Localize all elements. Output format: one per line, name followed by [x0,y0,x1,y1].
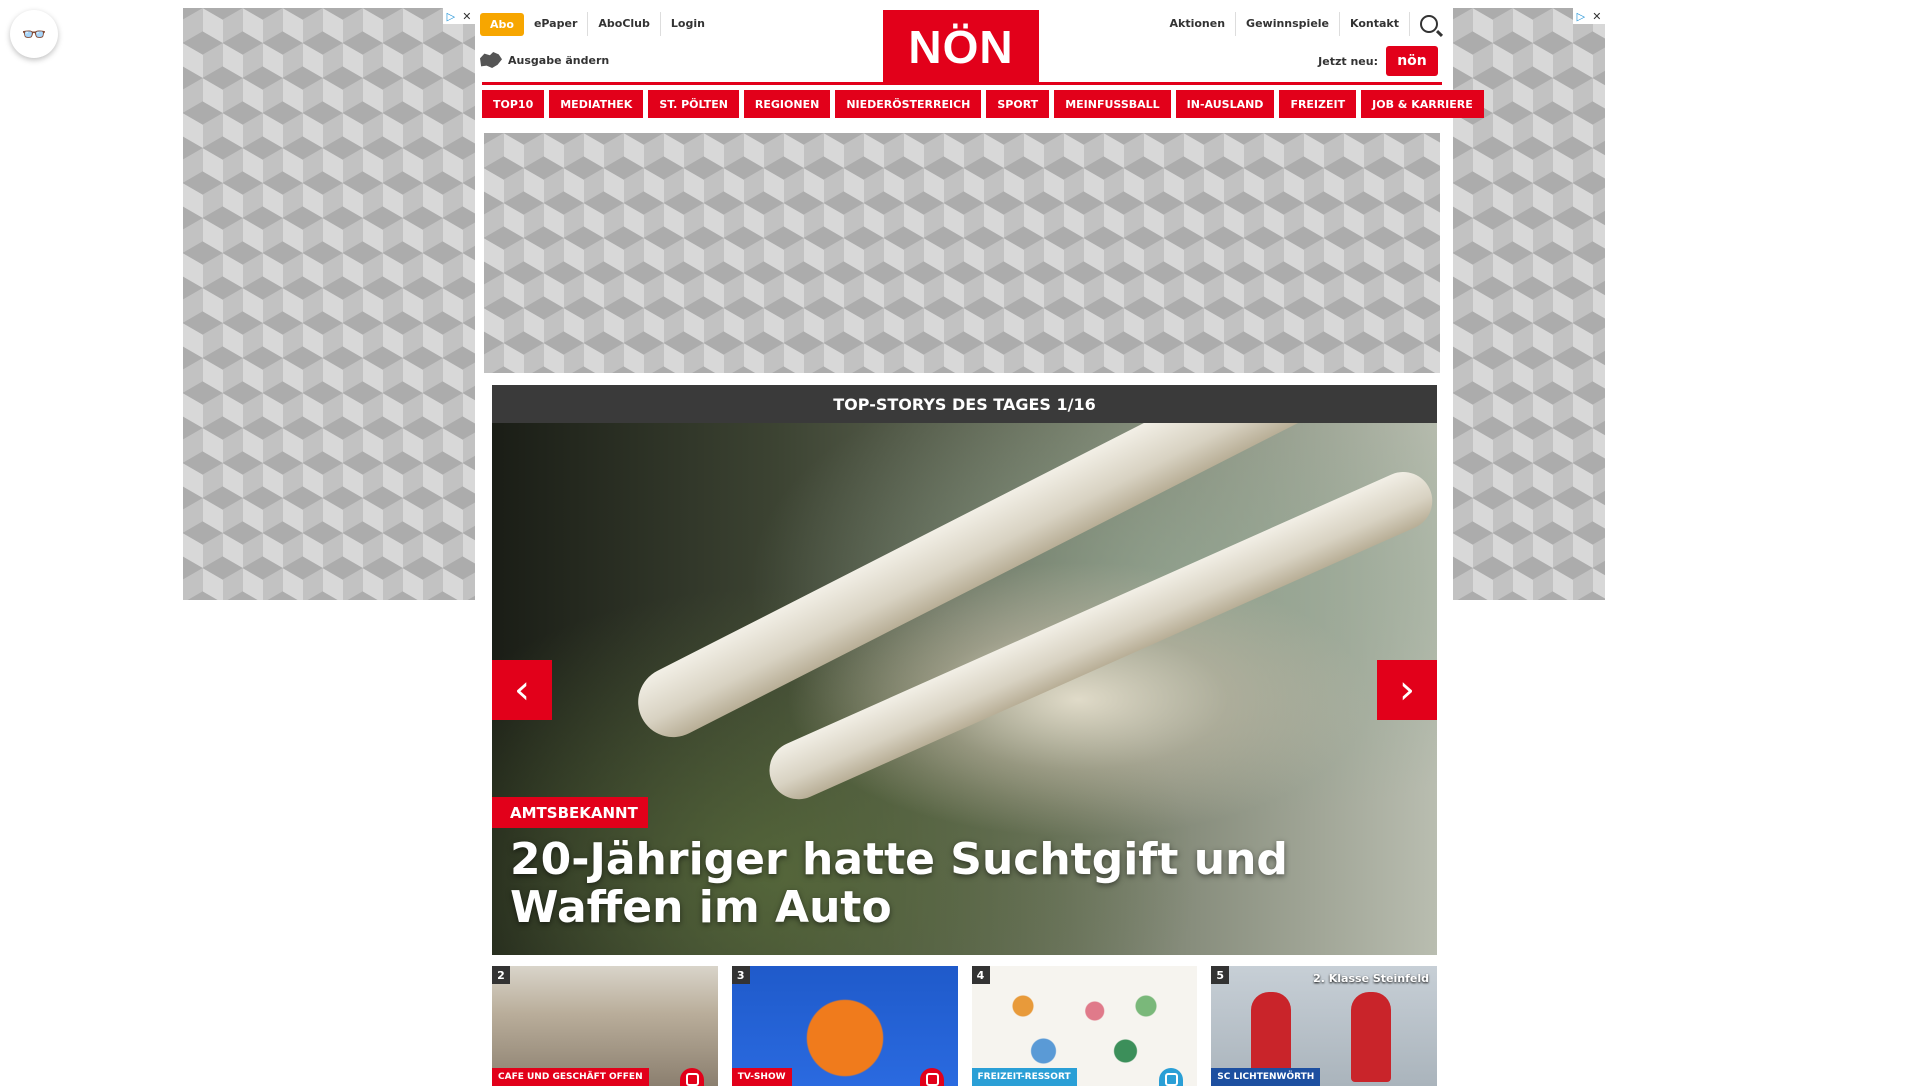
top-nav-left: Abo ePaper AboClub Login [480,12,715,36]
story-category[interactable]: FREIZEIT-RESSORT [971,1068,1077,1086]
story-thumb[interactable]: 3 TV-SHOW [731,966,958,1086]
story-number: 5 [1211,966,1230,984]
camera-icon [919,1068,944,1086]
nav-item-mediathek[interactable]: MEDIATHEK [549,90,644,118]
region-map-icon [480,52,502,68]
illustration-image [981,976,1188,1076]
adchoices-badge[interactable]: ▷ ✕ [443,8,475,24]
story-number: 4 [971,966,990,984]
nav-item-freizeit[interactable]: FREIZEIT [1279,90,1357,118]
story-number: 3 [731,966,750,984]
story-number: 2 [492,966,510,984]
hero-story-tag[interactable]: AMTSBEKANNT [492,797,648,828]
nav-item-job-karriere[interactable]: JOB & KARRIERE [1361,90,1484,118]
story-thumb[interactable]: 2. Klasse Steinfeld 5 SC LICHTENWÖRTH [1211,966,1437,1086]
league-label: 2. Klasse Steinfeld [1313,972,1429,985]
player-figure [1351,992,1392,1082]
kontakt-link[interactable]: Kontakt [1340,12,1410,36]
nav-item-st-poelten[interactable]: ST. PÖLTEN [648,90,739,118]
ad-close-icon[interactable]: ✕ [1592,10,1601,23]
edition-switcher[interactable]: Ausgabe ändern [480,52,609,68]
aboclub-link[interactable]: AboClub [588,12,661,36]
adchoices-icon[interactable]: ▷ [447,10,455,23]
new-app-badge[interactable]: nön [1386,46,1438,76]
adchoices-badge[interactable]: ▷ ✕ [1573,8,1605,24]
ad-top-banner[interactable] [484,133,1440,373]
new-app-promo[interactable]: Jetzt neu: nön [1318,46,1438,76]
top-nav-right: Aktionen Gewinnspiele Kontakt [1160,12,1438,36]
main-navigation: TOP10 MEDIATHEK ST. PÖLTEN REGIONEN NIED… [482,90,1484,118]
reader-mode-button[interactable]: 👓 [10,10,58,58]
search-icon[interactable] [1420,15,1438,33]
story-category[interactable]: SC LICHTENWÖRTH [1211,1068,1321,1086]
nav-item-in-ausland[interactable]: IN-AUSLAND [1175,90,1275,118]
nav-item-regionen[interactable]: REGIONEN [743,90,831,118]
adchoices-icon[interactable]: ▷ [1577,10,1585,23]
nav-item-meinfussball[interactable]: MEINFUSSBALL [1054,90,1171,118]
slider-next-button[interactable]: › [1377,660,1437,720]
story-thumb[interactable]: 2 CAFE UND GESCHÄFT OFFEN [492,966,718,1086]
story-category[interactable]: CAFE UND GESCHÄFT OFFEN [492,1068,649,1086]
story-thumb[interactable]: 4 FREIZEIT-RESSORT [971,966,1198,1086]
abo-button[interactable]: Abo [480,12,524,36]
hero-story[interactable]: AMTSBEKANNT 20-Jähriger hatte Suchtgift … [492,423,1437,955]
chevron-left-icon: ‹ [514,667,530,713]
hero-story-title[interactable]: 20-Jähriger hatte Suchtgift und Waffen i… [510,836,1430,932]
story-thumbnails: 2 CAFE UND GESCHÄFT OFFEN 3 TV-SHOW 4 FR… [492,966,1437,1086]
camera-icon [679,1068,704,1086]
nav-item-top10[interactable]: TOP10 [482,90,545,118]
nav-item-sport[interactable]: SPORT [986,90,1050,118]
ad-left-skyscraper[interactable]: ▷ ✕ [183,8,475,600]
glasses-icon: 👓 [21,22,47,46]
camera-icon [1159,1068,1184,1086]
login-link[interactable]: Login [661,12,715,36]
new-app-label: Jetzt neu: [1318,54,1378,68]
header-divider [482,82,1442,85]
site-header: Abo ePaper AboClub Login Ausgabe ändern … [476,8,1442,84]
chevron-right-icon: › [1399,667,1415,713]
story-category[interactable]: TV-SHOW [731,1068,792,1086]
aktionen-link[interactable]: Aktionen [1160,12,1237,36]
ad-close-icon[interactable]: ✕ [462,10,471,23]
top-stories-header: TOP-STORYS DES TAGES 1/16 [492,385,1437,423]
epaper-link[interactable]: ePaper [524,12,589,36]
edition-label: Ausgabe ändern [508,53,610,67]
slider-prev-button[interactable]: ‹ [492,660,552,720]
site-logo[interactable]: NÖN [883,10,1039,84]
nav-item-niederoesterreich[interactable]: NIEDERÖSTERREICH [835,90,982,118]
gewinnspiele-link[interactable]: Gewinnspiele [1236,12,1341,36]
